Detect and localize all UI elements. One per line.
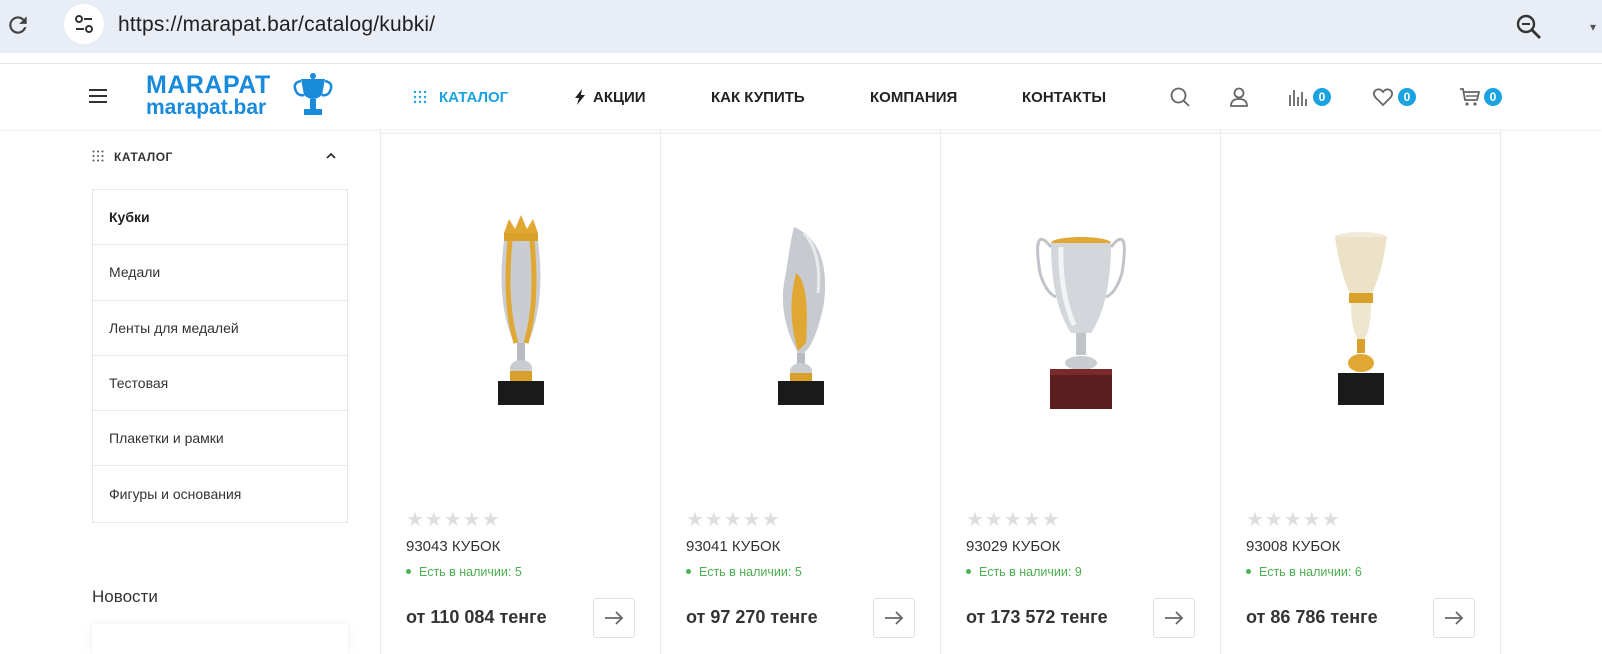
more-menu-edge[interactable]: ▾ — [1590, 20, 1602, 34]
product-price: от 86 786 тенге — [1246, 607, 1378, 627]
menu-icon[interactable] — [89, 89, 109, 105]
sidebar-item-cups[interactable]: Кубки — [93, 190, 347, 246]
stock-dot-icon — [1246, 569, 1251, 575]
compare-icon[interactable] — [1287, 86, 1309, 108]
product-price: от 110 084 тенге — [406, 607, 547, 627]
sidebar-item-medals[interactable]: Медали — [93, 245, 347, 301]
logo[interactable]: MARAPAT marapat.bar — [146, 71, 338, 121]
product-name[interactable]: 93041 КУБОК — [686, 538, 780, 555]
cart-count-badge: 0 — [1484, 88, 1502, 106]
product-card[interactable]: ★★★★★ 93043 КУБОК Есть в наличии: 5 от 1… — [380, 129, 661, 654]
arrow-right-icon — [885, 611, 904, 625]
stock-status: Есть в наличии: 9 — [966, 565, 1082, 579]
sidebar-item-plaques[interactable]: Плакетки и рамки — [93, 411, 347, 467]
cup-logo-icon — [293, 73, 333, 115]
news-card[interactable] — [92, 624, 348, 654]
sidebar-item-figures[interactable]: Фигуры и основания — [93, 466, 347, 521]
zoom-icon[interactable] — [1514, 12, 1544, 42]
arrow-right-icon — [1165, 611, 1184, 625]
stock-text: Есть в наличии: 6 — [1259, 565, 1362, 579]
rating-stars[interactable]: ★★★★★ — [966, 507, 1061, 532]
stock-dot-icon — [406, 569, 411, 575]
compare-count-badge: 0 — [1313, 88, 1331, 106]
cart-icon[interactable] — [1459, 86, 1481, 108]
product-card[interactable]: ★★★★★ 93041 КУБОК Есть в наличии: 5 от 9… — [660, 129, 941, 654]
nav-catalog[interactable]: КАТАЛОГ — [439, 89, 508, 106]
sidebar-item-medal-ribbons[interactable]: Ленты для медалей — [93, 301, 347, 356]
nav-company[interactable]: КОМПАНИЯ — [870, 89, 957, 106]
browser-toolbar: https://marapat.bar/catalog/kubki/ ▾ — [0, 0, 1602, 53]
stock-dot-icon — [686, 569, 691, 575]
site-settings-button[interactable] — [64, 4, 104, 44]
news-heading: Новости — [92, 587, 158, 606]
sidebar-category-list: Кубки Медали Ленты для медалей Тестовая … — [92, 189, 348, 523]
product-price: от 173 572 тенге — [966, 607, 1108, 627]
logo-domain: marapat.bar — [146, 96, 267, 119]
nav-contacts[interactable]: КОНТАКТЫ — [1022, 89, 1106, 106]
arrow-right-icon — [1445, 611, 1464, 625]
stock-dot-icon — [966, 569, 971, 575]
nav-how-to-buy[interactable]: КАК КУПИТЬ — [711, 89, 805, 106]
url-text[interactable]: https://marapat.bar/catalog/kubki/ — [118, 13, 435, 37]
stock-text: Есть в наличии: 5 — [699, 565, 802, 579]
tune-icon — [75, 15, 93, 33]
product-details-button[interactable] — [873, 598, 915, 638]
product-details-button[interactable] — [1153, 598, 1195, 638]
chevron-up-icon[interactable] — [325, 152, 337, 160]
site-header: MARAPAT marapat.bar КАТАЛОГ АКЦИИ КАК КУ… — [0, 63, 1602, 129]
reload-icon[interactable] — [5, 12, 31, 38]
catalog-grid-icon — [413, 90, 427, 104]
product-price: от 97 270 тенге — [686, 607, 818, 627]
favorites-count-badge: 0 — [1398, 88, 1416, 106]
product-name[interactable]: 93029 КУБОК — [966, 538, 1060, 555]
search-icon[interactable] — [1169, 86, 1191, 108]
stock-status: Есть в наличии: 6 — [1246, 565, 1362, 579]
product-details-button[interactable] — [593, 598, 635, 638]
stock-text: Есть в наличии: 9 — [979, 565, 1082, 579]
product-card[interactable]: ★★★★★ 93029 КУБОК Есть в наличии: 9 от 1… — [940, 129, 1221, 654]
user-icon[interactable] — [1228, 86, 1250, 108]
nav-promo[interactable]: АКЦИИ — [593, 89, 646, 106]
catalog-grid-icon — [92, 150, 104, 162]
product-image[interactable] — [746, 213, 856, 423]
heart-icon[interactable] — [1372, 86, 1394, 108]
product-card[interactable]: ★★★★★ 93008 КУБОК Есть в наличии: 6 от 8… — [1220, 129, 1501, 654]
stock-status: Есть в наличии: 5 — [686, 565, 802, 579]
product-name[interactable]: 93008 КУБОК — [1246, 538, 1340, 555]
product-image[interactable] — [466, 213, 576, 423]
sidebar-title: КАТАЛОГ — [114, 150, 173, 164]
rating-stars[interactable]: ★★★★★ — [686, 507, 781, 532]
product-image[interactable] — [1306, 213, 1416, 423]
rating-stars[interactable]: ★★★★★ — [1246, 507, 1341, 532]
sidebar-item-test[interactable]: Тестовая — [93, 356, 347, 412]
arrow-right-icon — [605, 611, 624, 625]
product-name[interactable]: 93043 КУБОК — [406, 538, 500, 555]
stock-status: Есть в наличии: 5 — [406, 565, 522, 579]
product-image[interactable] — [1026, 213, 1136, 423]
stock-text: Есть в наличии: 5 — [419, 565, 522, 579]
lightning-icon — [575, 89, 585, 105]
rating-stars[interactable]: ★★★★★ — [406, 507, 501, 532]
product-details-button[interactable] — [1433, 598, 1475, 638]
